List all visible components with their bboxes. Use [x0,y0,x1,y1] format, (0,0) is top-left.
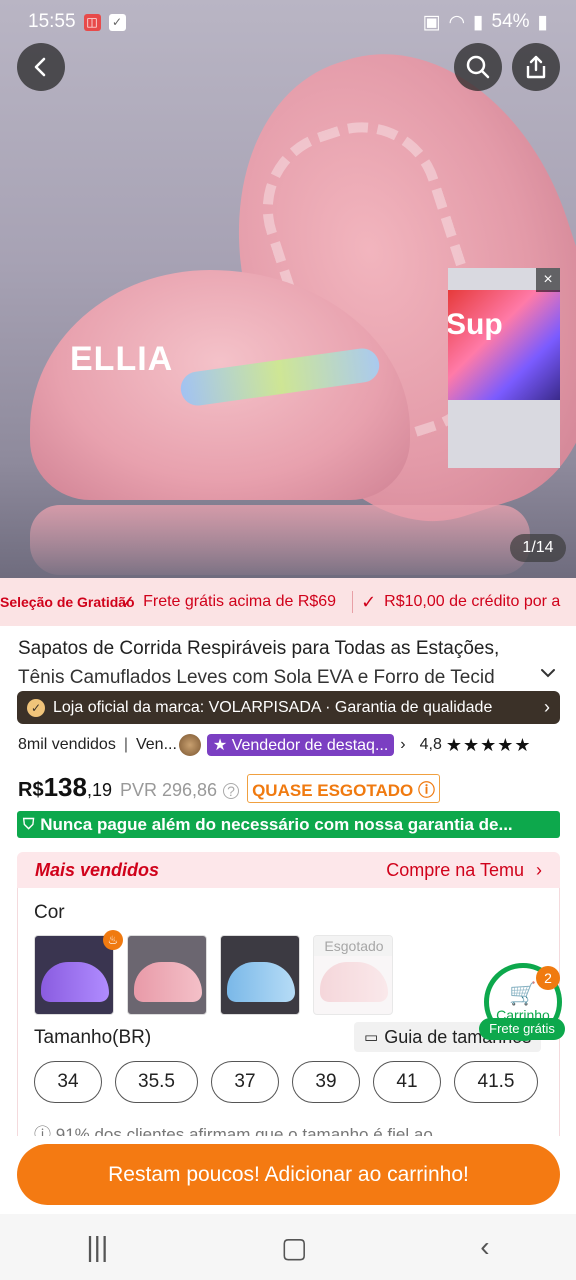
divider [352,591,354,613]
sales-info-row: 8mil vendidos | Ven... ★ Vendedor de des… [18,732,563,758]
shield-icon: ⛉ [23,816,35,833]
share-icon [526,55,546,79]
notification-check-icon: ✓ [108,13,126,31]
back-button[interactable] [17,43,65,91]
color-swatch-blue[interactable] [220,935,300,1015]
vendor-avatar[interactable] [178,734,201,756]
check-icon: ✓ [120,591,136,612]
bestseller-label: Mais vendidos [35,859,160,880]
chevron-right-icon: › [544,697,550,717]
add-to-cart-button[interactable]: Restam poucos! Adicionar ao carrinho! [17,1144,560,1205]
price-decimal: ,19 [86,780,112,800]
expand-title-chevron-icon[interactable] [540,662,556,683]
signal-icon: ▮ [473,11,484,33]
size-option[interactable]: 41.5 [454,1061,538,1103]
size-option[interactable]: 39 [292,1061,360,1103]
size-option[interactable]: 35.5 [115,1061,198,1103]
product-title[interactable]: Sapatos de Corrida Respiráveis para Toda… [18,634,538,692]
status-time: 15:55 [28,11,76,32]
product-options: Cor ♨ Esgotado Tamanho(BR) ▭ Guia de tam… [17,888,560,1144]
sold-out-label: Esgotado [314,936,392,956]
buy-on-temu-link[interactable]: Compre na Temu [386,860,524,881]
wifi-icon: ◠ [448,11,466,33]
benefit-credit: ✓ R$10,00 de crédito por a [361,592,560,613]
floating-video-preview[interactable]: Sup × [448,268,560,468]
size-option[interactable]: 34 [34,1061,102,1103]
product-title-line-2: Tênis Camuflados Leves com Sola EVA e Fo… [18,667,495,688]
system-nav-bar: ||| ▢ ‹ [0,1214,576,1280]
info-icon[interactable]: ? [223,783,240,799]
divider: | [123,736,128,753]
lock-icon: ▣ [422,11,441,33]
rating-stars[interactable]: ★★★★★ [446,735,532,756]
chevron-left-icon [34,57,46,77]
size-label: Tamanho(BR) [34,1027,152,1048]
check-icon: ✓ [361,591,377,612]
video-thumbnail [448,290,560,400]
recent-apps-icon[interactable]: ||| [86,1231,108,1263]
benefits-strip[interactable]: Seleção de Gratidão ✓ Frete grátis acima… [0,578,576,626]
size-options: 34 35.5 37 39 41 41.5 [34,1061,538,1103]
color-swatch-purple[interactable] [34,935,114,1015]
color-swatch-light-pink[interactable]: Esgotado [313,935,393,1015]
chevron-right-icon: › [536,859,542,880]
color-swatch-pink[interactable] [127,935,207,1015]
promo-badge: Seleção de Gratidão [0,593,135,610]
sold-count: 8mil vendidos [18,736,116,753]
bestseller-bar[interactable]: Mais vendidos Compre na Temu › [17,852,560,888]
recommended-price: PVR 296,86 [120,780,218,800]
rating-value[interactable]: 4,8 [420,736,442,754]
image-counter: 1/14 [510,534,566,562]
benefit-text: Frete grátis acima de R$69 [143,593,337,610]
status-bar: 15:55 ◫ ✓ ▣ ◠ ▮ 54% ▮ [0,0,576,44]
status-right: ▣ ◠ ▮ 54% ▮ [422,11,548,34]
price-row: R$ 138 ,19 PVR 296,86 ? QUASE ESGOTADO ⓘ [18,772,441,806]
benefit-text: R$10,00 de crédito por a [384,593,561,610]
cart-icon: 🛒 [509,981,537,1006]
search-icon [466,55,490,79]
verified-badge-icon: ✓ [27,698,45,717]
official-store-bar[interactable]: ✓ Loja oficial da marca: VOLARPISADA · G… [17,691,560,724]
cart-count-badge: 2 [536,966,560,990]
battery-level: 54% [491,11,530,32]
video-overlay-text: Sup [448,308,503,341]
low-stock-badge[interactable]: QUASE ESGOTADO ⓘ [247,774,441,803]
battery-icon: ▮ [537,11,548,33]
free-shipping-badge: Frete grátis [479,1018,565,1040]
official-store-text: Loja oficial da marca: VOLARPISADA · Gar… [53,698,493,716]
share-button[interactable] [512,43,560,91]
price-currency: R$ [18,779,44,801]
featured-seller-badge[interactable]: ★ Vendedor de destaq... [206,734,395,756]
shoe-reflection [30,505,530,575]
size-option[interactable]: 41 [373,1061,441,1103]
search-button[interactable] [454,43,502,91]
notification-app-icon: ◫ [83,13,101,31]
price-integer: 138 [43,772,87,802]
back-nav-icon[interactable]: ‹ [480,1231,489,1263]
hot-flame-icon: ♨ [103,930,123,950]
home-icon[interactable]: ▢ [281,1231,307,1264]
chevron-right-icon[interactable]: › [400,736,405,754]
shoe-brand-print: ELLIA [70,340,174,378]
ruler-icon: ▭ [364,1029,379,1046]
guarantee-text: Nunca pague além do necessário com nossa… [40,814,513,834]
price-guarantee-banner[interactable]: ⛉ Nunca pague além do necessário com nos… [17,811,560,838]
shoe-stripe [178,346,382,408]
vendor-name[interactable]: Ven... [136,736,177,754]
color-label: Cor [34,902,65,923]
benefit-free-shipping: ✓ Frete grátis acima de R$69 [120,592,336,613]
product-title-line-1: Sapatos de Corrida Respiráveis para Toda… [18,638,500,659]
close-video-button[interactable]: × [536,268,560,292]
size-option[interactable]: 37 [211,1061,279,1103]
